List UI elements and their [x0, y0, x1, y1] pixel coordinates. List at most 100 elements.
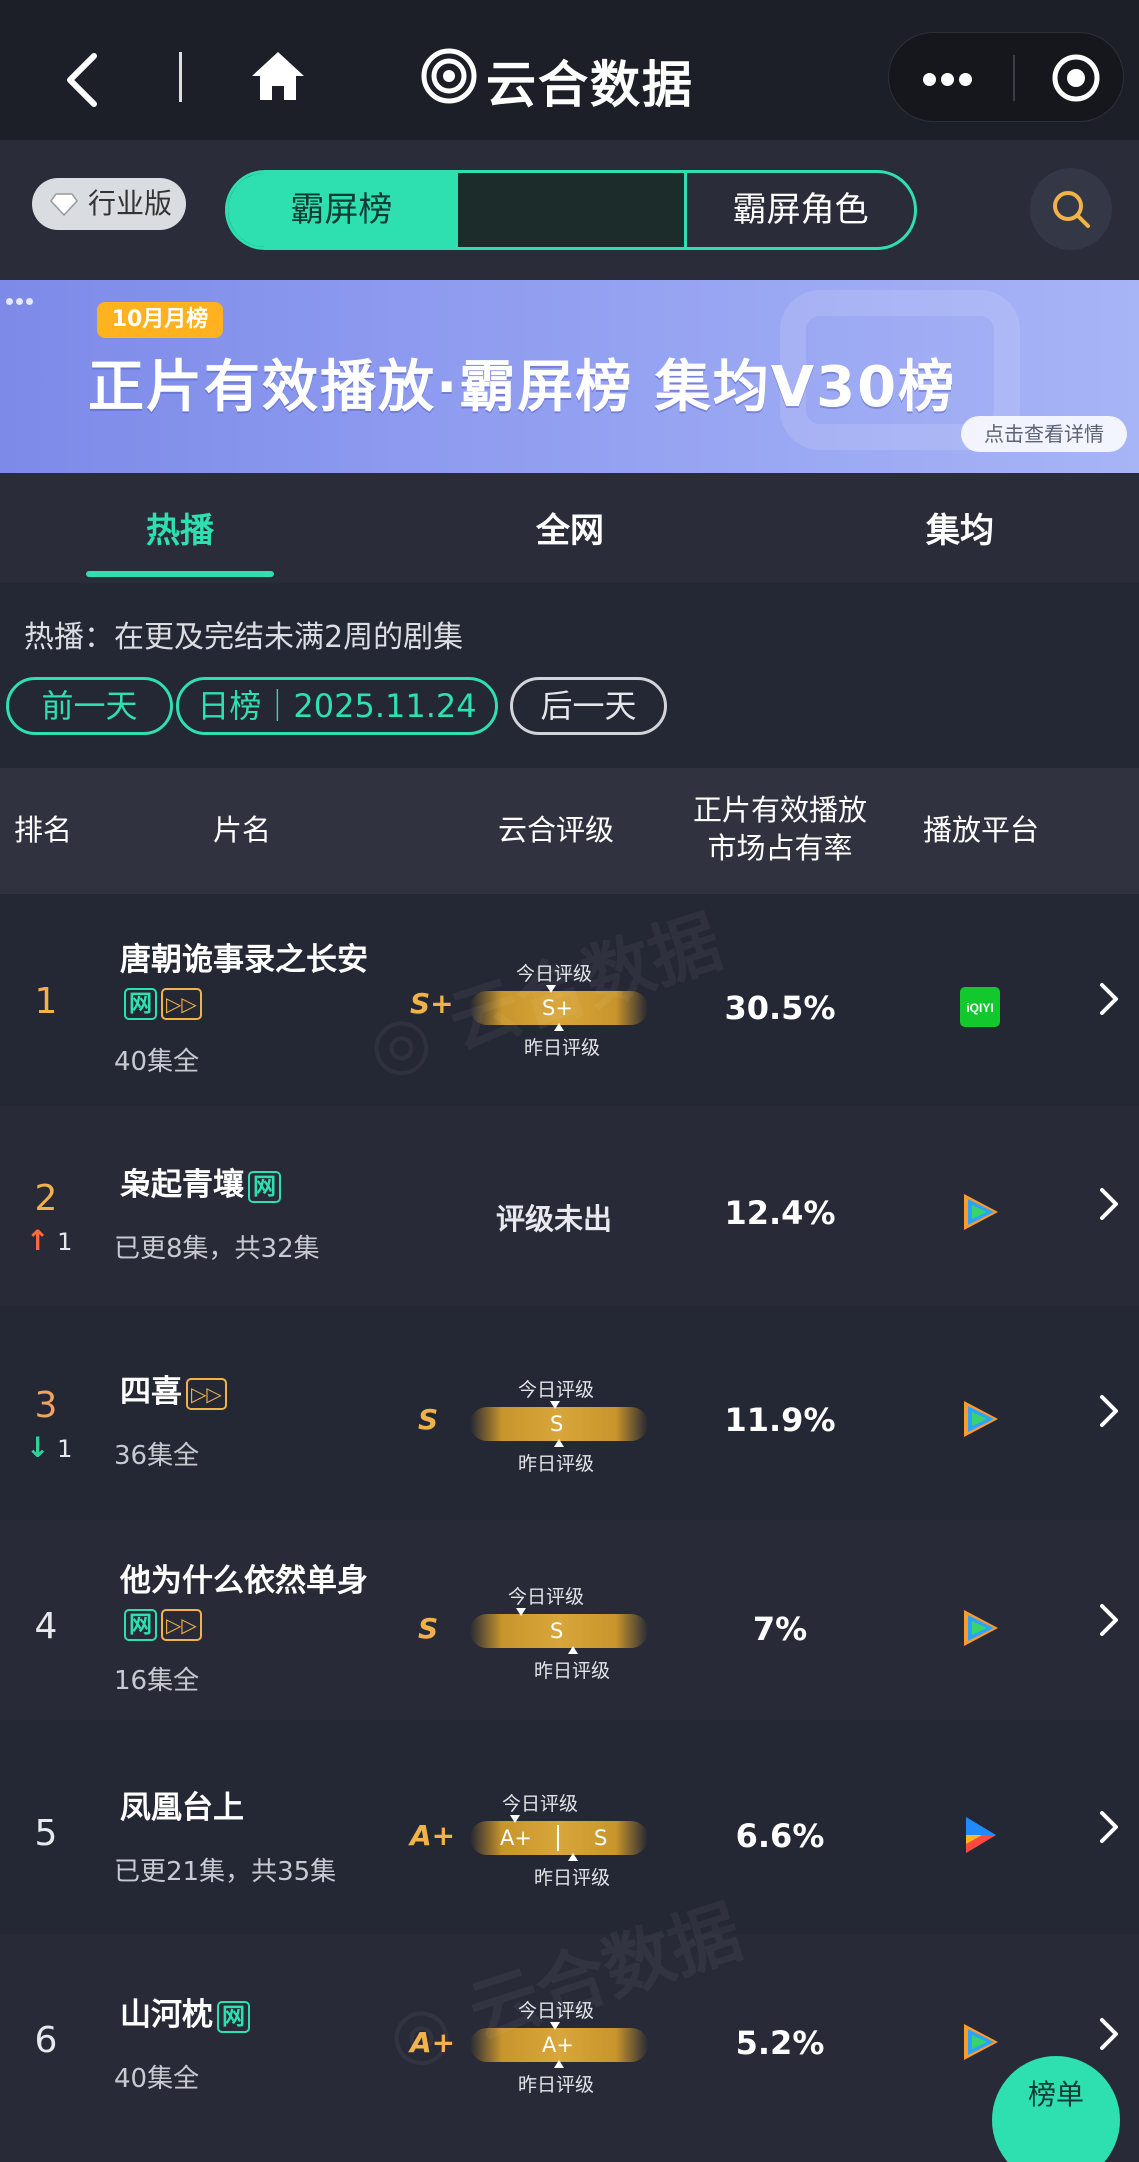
market-share: 5.2%	[735, 2024, 825, 2062]
show-title[interactable]: 他为什么依然单身网 ▷▷	[120, 1560, 370, 1644]
segment-tab-3[interactable]: 霸屏角色	[687, 173, 914, 247]
rank-number: 4	[34, 1606, 58, 1647]
today-grade-label: 今日评级	[508, 1586, 585, 1608]
tencent-video-icon[interactable]	[958, 1190, 1002, 1234]
grade-letter: S+	[410, 987, 454, 1020]
col-grade: 云合评级	[498, 813, 615, 847]
arrow-up-icon: ↑	[26, 1224, 50, 1257]
yesterday-grade-label: 昨日评级	[534, 1867, 611, 1889]
chevron-right-icon[interactable]	[1098, 1186, 1120, 1222]
table-row[interactable]: 5 凤凰台上 已更21集，共35集 A+ 今日评级 A+ S 昨日评级 6.6%	[0, 1727, 1139, 1927]
edition-badge[interactable]: 行业版	[32, 178, 186, 230]
tab-indicator	[86, 571, 274, 577]
market-share: 11.9%	[724, 1401, 836, 1439]
next-day-button[interactable]: 后一天	[510, 677, 667, 735]
table-row[interactable]: 3 ↓ 1 四喜 ▷▷ 36集全 S 今日评级 S 昨日评级 11.9%	[0, 1313, 1139, 1513]
episode-count: 40集全	[114, 2064, 200, 2094]
vip-icon: ▷▷	[186, 1377, 227, 1410]
search-button[interactable]	[1030, 168, 1112, 250]
episode-count: 已更21集，共35集	[114, 1857, 337, 1887]
tencent-video-icon[interactable]	[958, 2020, 1002, 2064]
col-share-line2: 市场占有率	[707, 831, 853, 865]
list-description: 热播：在更及完结未满2周的剧集	[24, 620, 464, 655]
segment-tab-1[interactable]: 霸屏榜	[228, 173, 455, 247]
grade-letter: A+	[410, 1819, 456, 1852]
col-rank: 排名	[14, 813, 73, 847]
yesterday-grade-label: 昨日评级	[534, 1660, 611, 1682]
youku-icon[interactable]	[958, 1813, 1002, 1857]
home-icon[interactable]	[248, 48, 308, 104]
network-tag: 网	[124, 1608, 157, 1641]
yesterday-grade-label: 昨日评级	[518, 2074, 595, 2096]
today-grade-label: 今日评级	[516, 963, 593, 985]
network-tag: 网	[217, 2000, 250, 2033]
arrow-down-icon: ↓	[26, 1431, 50, 1464]
grade-letter: S	[418, 1612, 439, 1645]
market-share: 12.4%	[724, 1194, 836, 1232]
iqiyi-icon[interactable]: iQIYI	[958, 985, 1002, 1029]
grade-gauge: A+ S	[470, 1815, 648, 1861]
grade-gauge: A+	[470, 2022, 648, 2068]
grade-pending: 评级未出	[496, 1202, 613, 1236]
today-grade-label: 今日评级	[518, 2000, 595, 2022]
show-title[interactable]: 枭起青壤网	[120, 1164, 370, 1206]
banner-detail-link[interactable]: 点击查看详情	[961, 416, 1127, 452]
divider	[179, 52, 182, 102]
svg-text:iQIYI: iQIYI	[966, 1001, 993, 1015]
tab-episode-avg[interactable]: 集均	[926, 503, 994, 552]
banner-headline: 正片有效播放·霸屏榜 集均V30榜	[88, 355, 957, 420]
rank-number: 2	[34, 1178, 58, 1219]
more-icon[interactable]	[923, 71, 977, 90]
back-icon[interactable]	[62, 50, 102, 110]
chevron-right-icon[interactable]	[1098, 981, 1120, 1017]
top-bar: 云合数据	[0, 0, 1139, 140]
episode-count: 40集全	[114, 1047, 200, 1077]
rank-number: 3	[34, 1385, 58, 1426]
vip-icon: ▷▷	[161, 987, 202, 1020]
chevron-right-icon[interactable]	[1098, 1393, 1120, 1429]
show-title[interactable]: 唐朝诡事录之长安网 ▷▷	[120, 939, 370, 1023]
rank-number: 1	[34, 981, 58, 1022]
network-tag: 网	[248, 1170, 281, 1203]
ranking-segmented-control: 霸屏榜 霸屏角色	[225, 170, 917, 250]
sub-tabs: 热播 全网 集均	[0, 473, 1139, 583]
carousel-dots	[6, 290, 36, 309]
col-title: 片名	[213, 813, 272, 847]
table-row[interactable]: 4 他为什么依然单身网 ▷▷ 16集全 S 今日评级 S 昨日评级 7%	[0, 1520, 1139, 1720]
chevron-right-icon[interactable]	[1098, 1809, 1120, 1845]
logo-icon	[421, 48, 477, 104]
table-header: 排名 片名 云合评级 正片有效播放 市场占有率 播放平台	[0, 768, 1139, 894]
episode-count: 已更8集，共32集	[114, 1234, 320, 1264]
show-title[interactable]: 凤凰台上	[120, 1787, 370, 1829]
chevron-right-icon[interactable]	[1098, 2016, 1120, 2052]
show-title[interactable]: 山河枕网	[120, 1994, 370, 2036]
promo-banner[interactable]: 10月月榜 正片有效播放·霸屏榜 集均V30榜 点击查看详情	[0, 280, 1139, 473]
rank-number: 6	[34, 2020, 58, 2061]
vip-icon: ▷▷	[161, 1608, 202, 1641]
table-row[interactable]: 1 唐朝诡事录之长安网 ▷▷ 40集全 S+ 今日评级 S+ 昨日评级 30.5%…	[0, 899, 1139, 1099]
show-title[interactable]: 四喜 ▷▷	[120, 1371, 370, 1413]
grade-gauge: S	[470, 1608, 648, 1654]
banner-badge: 10月月榜	[97, 302, 223, 338]
diamond-icon	[50, 193, 78, 216]
market-share: 7%	[752, 1610, 808, 1648]
episode-count: 16集全	[114, 1666, 200, 1696]
chevron-right-icon[interactable]	[1098, 1602, 1120, 1638]
today-grade-label: 今日评级	[502, 1793, 579, 1815]
date-selector[interactable]: 日榜｜2025.11.24	[176, 677, 498, 735]
tencent-video-icon[interactable]	[958, 1397, 1002, 1441]
tab-all-network[interactable]: 全网	[536, 503, 604, 552]
close-target-icon[interactable]	[1051, 53, 1101, 103]
tab-hot[interactable]: 热播	[146, 503, 214, 552]
col-share-line1: 正片有效播放	[692, 793, 867, 827]
grade-letter: S	[418, 1403, 439, 1436]
mini-program-capsule	[888, 32, 1124, 122]
col-platform: 播放平台	[923, 813, 1040, 847]
episode-count: 36集全	[114, 1441, 200, 1471]
segment-tab-2[interactable]	[454, 173, 688, 247]
prev-day-button[interactable]: 前一天	[6, 677, 173, 735]
tencent-video-icon[interactable]	[958, 1606, 1002, 1650]
grade-letter: A+	[410, 2026, 456, 2059]
table-row[interactable]: 6 山河枕网 40集全 A+ 今日评级 A+ 昨日评级 5.2%	[0, 1934, 1139, 2162]
table-row[interactable]: 2 ↑ 1 枭起青壤网 已更8集，共32集 评级未出 12.4%	[0, 1106, 1139, 1306]
